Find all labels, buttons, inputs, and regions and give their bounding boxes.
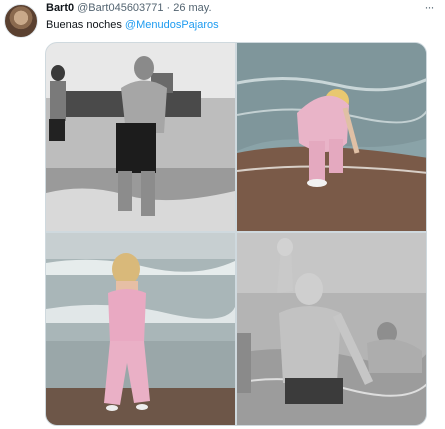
photo-1[interactable]	[46, 43, 235, 231]
photo-1-image	[46, 43, 235, 231]
display-name[interactable]: Bart0	[46, 2, 74, 14]
tweet-text-body: Buenas noches	[46, 19, 122, 31]
tweet-text: Buenas noches @MenudosPajaros	[46, 19, 219, 31]
separator: ·	[166, 2, 171, 14]
photo-2-image	[237, 43, 426, 231]
media-grid	[45, 42, 427, 426]
tweet-header: Bart0 @Bart045603771 · 26 may.	[46, 2, 212, 18]
photo-2[interactable]	[237, 43, 426, 231]
photo-3-image	[46, 233, 235, 425]
photo-4[interactable]	[237, 233, 426, 425]
tweet-date[interactable]: 26 may.	[173, 2, 211, 14]
mention-link[interactable]: @MenudosPajaros	[125, 19, 219, 31]
more-horizontal-icon[interactable]: ···	[421, 1, 437, 14]
tweet[interactable]: Bart0 @Bart045603771 · 26 may. ··· Buena…	[0, 0, 445, 429]
photo-4-image	[237, 233, 426, 425]
user-handle[interactable]: @Bart045603771	[77, 2, 163, 14]
avatar[interactable]	[4, 4, 38, 38]
photo-3[interactable]	[46, 233, 235, 425]
